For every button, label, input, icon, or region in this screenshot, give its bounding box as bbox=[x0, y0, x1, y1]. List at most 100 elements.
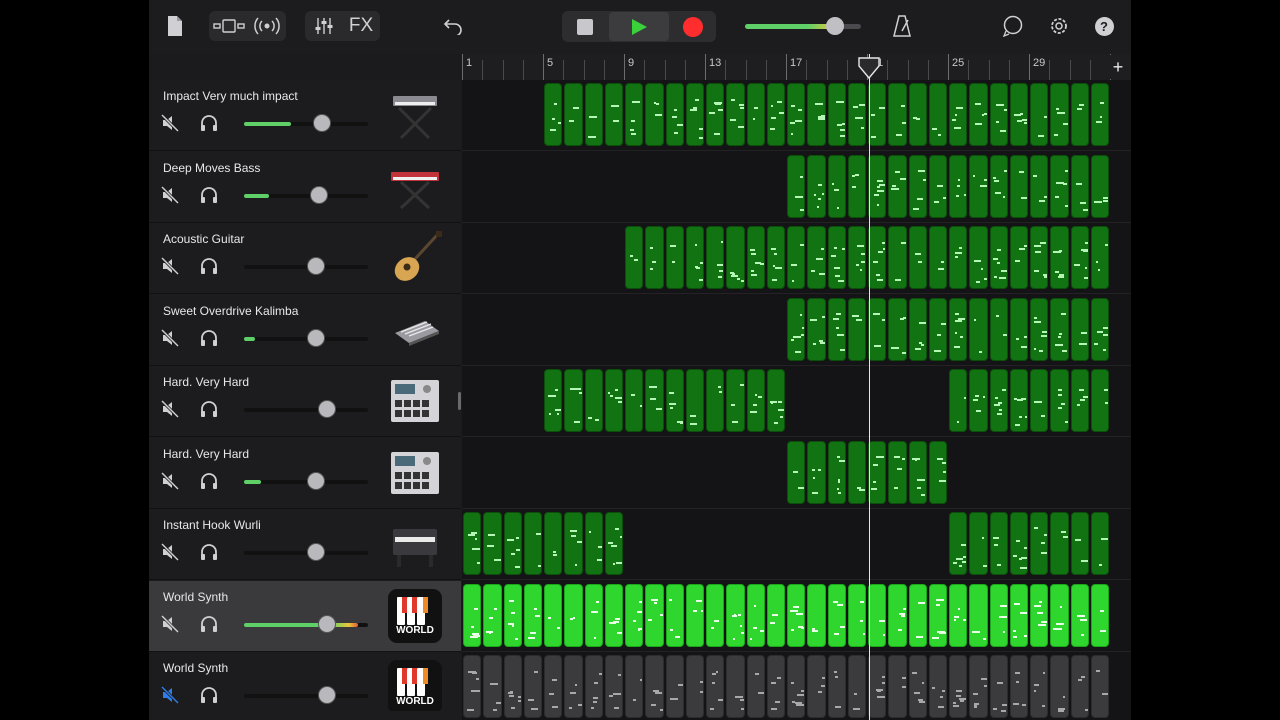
keyboard-stand-icon[interactable] bbox=[385, 86, 445, 144]
record-button[interactable] bbox=[673, 13, 713, 40]
music-region[interactable] bbox=[1050, 655, 1069, 718]
music-region[interactable] bbox=[1050, 297, 1069, 361]
drum-machine-icon[interactable] bbox=[385, 372, 445, 430]
music-region[interactable] bbox=[827, 583, 846, 647]
music-region[interactable] bbox=[1070, 512, 1089, 575]
music-region[interactable] bbox=[564, 583, 583, 647]
music-region[interactable] bbox=[787, 655, 806, 718]
music-region[interactable] bbox=[1009, 83, 1028, 146]
music-region[interactable] bbox=[1090, 154, 1109, 218]
music-region[interactable] bbox=[503, 655, 522, 718]
music-region[interactable] bbox=[888, 83, 907, 146]
stop-button[interactable] bbox=[565, 13, 605, 40]
music-region[interactable] bbox=[706, 583, 725, 647]
music-region[interactable] bbox=[1070, 154, 1089, 218]
music-region[interactable] bbox=[584, 655, 603, 718]
undo-button[interactable] bbox=[441, 14, 465, 38]
mute-button[interactable] bbox=[160, 256, 180, 276]
music-region[interactable] bbox=[908, 154, 927, 218]
track-header[interactable]: Impact Very much impact bbox=[149, 80, 461, 151]
music-region[interactable] bbox=[523, 655, 542, 718]
music-region[interactable] bbox=[746, 655, 765, 718]
track-volume-slider[interactable] bbox=[244, 257, 368, 275]
electric-piano-icon[interactable] bbox=[385, 515, 445, 573]
music-region[interactable] bbox=[766, 226, 785, 289]
music-region[interactable] bbox=[483, 655, 502, 718]
music-region[interactable] bbox=[868, 655, 887, 718]
master-volume-slider[interactable] bbox=[745, 17, 861, 35]
music-region[interactable] bbox=[746, 583, 765, 647]
track-header[interactable]: World Synth WORLD bbox=[149, 652, 461, 720]
music-region[interactable] bbox=[1070, 655, 1089, 718]
music-region[interactable] bbox=[726, 369, 745, 432]
mute-button[interactable] bbox=[160, 542, 180, 562]
music-region[interactable] bbox=[847, 83, 866, 146]
music-region[interactable] bbox=[989, 369, 1008, 432]
music-region[interactable] bbox=[1050, 154, 1069, 218]
track-lanes[interactable] bbox=[462, 80, 1131, 720]
music-region[interactable] bbox=[969, 583, 988, 647]
music-region[interactable] bbox=[989, 83, 1008, 146]
mute-button[interactable] bbox=[160, 113, 180, 133]
music-region[interactable] bbox=[766, 583, 785, 647]
music-region[interactable] bbox=[564, 369, 583, 432]
music-region[interactable] bbox=[1009, 226, 1028, 289]
music-region[interactable] bbox=[989, 226, 1008, 289]
music-region[interactable] bbox=[888, 655, 907, 718]
music-region[interactable] bbox=[928, 297, 947, 361]
music-region[interactable] bbox=[1050, 583, 1069, 647]
music-region[interactable] bbox=[847, 154, 866, 218]
music-region[interactable] bbox=[706, 226, 725, 289]
solo-button[interactable] bbox=[199, 113, 219, 133]
music-region[interactable] bbox=[1009, 512, 1028, 575]
music-region[interactable] bbox=[1050, 512, 1069, 575]
solo-button[interactable] bbox=[199, 471, 219, 491]
music-region[interactable] bbox=[1009, 583, 1028, 647]
track-volume-slider[interactable] bbox=[244, 328, 368, 347]
loop-browser-button[interactable] bbox=[1000, 13, 1026, 39]
music-region[interactable] bbox=[807, 583, 826, 647]
music-region[interactable] bbox=[1030, 583, 1049, 647]
music-region[interactable] bbox=[787, 154, 806, 218]
add-section-button[interactable]: + bbox=[1107, 55, 1129, 79]
music-region[interactable] bbox=[847, 440, 866, 504]
music-region[interactable] bbox=[928, 440, 947, 504]
music-region[interactable] bbox=[989, 297, 1008, 361]
track-header[interactable]: Acoustic Guitar bbox=[149, 223, 461, 294]
music-region[interactable] bbox=[908, 655, 927, 718]
music-region[interactable] bbox=[928, 226, 947, 289]
music-region[interactable] bbox=[544, 655, 563, 718]
music-region[interactable] bbox=[949, 655, 968, 718]
music-region[interactable] bbox=[969, 655, 988, 718]
music-region[interactable] bbox=[645, 226, 664, 289]
track-volume-knob[interactable] bbox=[307, 328, 326, 347]
metronome-button[interactable] bbox=[889, 13, 915, 39]
music-region[interactable] bbox=[685, 83, 704, 146]
music-region[interactable] bbox=[584, 512, 603, 575]
browser-view-button[interactable] bbox=[211, 13, 247, 39]
track-volume-slider[interactable] bbox=[244, 471, 368, 490]
music-region[interactable] bbox=[787, 226, 806, 289]
music-region[interactable] bbox=[989, 583, 1008, 647]
track-header[interactable]: Sweet Overdrive Kalimba bbox=[149, 295, 461, 366]
music-region[interactable] bbox=[706, 369, 725, 432]
music-region[interactable] bbox=[1009, 297, 1028, 361]
music-region[interactable] bbox=[1090, 512, 1109, 575]
music-region[interactable] bbox=[625, 226, 644, 289]
music-region[interactable] bbox=[1070, 226, 1089, 289]
music-region[interactable] bbox=[523, 583, 542, 647]
music-region[interactable] bbox=[665, 655, 684, 718]
music-region[interactable] bbox=[766, 655, 785, 718]
red-synth-stand-icon[interactable] bbox=[385, 158, 445, 216]
music-region[interactable] bbox=[463, 583, 482, 647]
track-volume-knob[interactable] bbox=[307, 257, 326, 275]
music-region[interactable] bbox=[827, 440, 846, 504]
solo-button[interactable] bbox=[199, 185, 219, 205]
music-region[interactable] bbox=[1070, 297, 1089, 361]
music-region[interactable] bbox=[685, 583, 704, 647]
playhead-handle[interactable] bbox=[857, 56, 881, 80]
mute-button[interactable] bbox=[160, 471, 180, 490]
music-region[interactable] bbox=[645, 83, 664, 146]
music-region[interactable] bbox=[625, 655, 644, 718]
music-region[interactable] bbox=[949, 297, 968, 361]
